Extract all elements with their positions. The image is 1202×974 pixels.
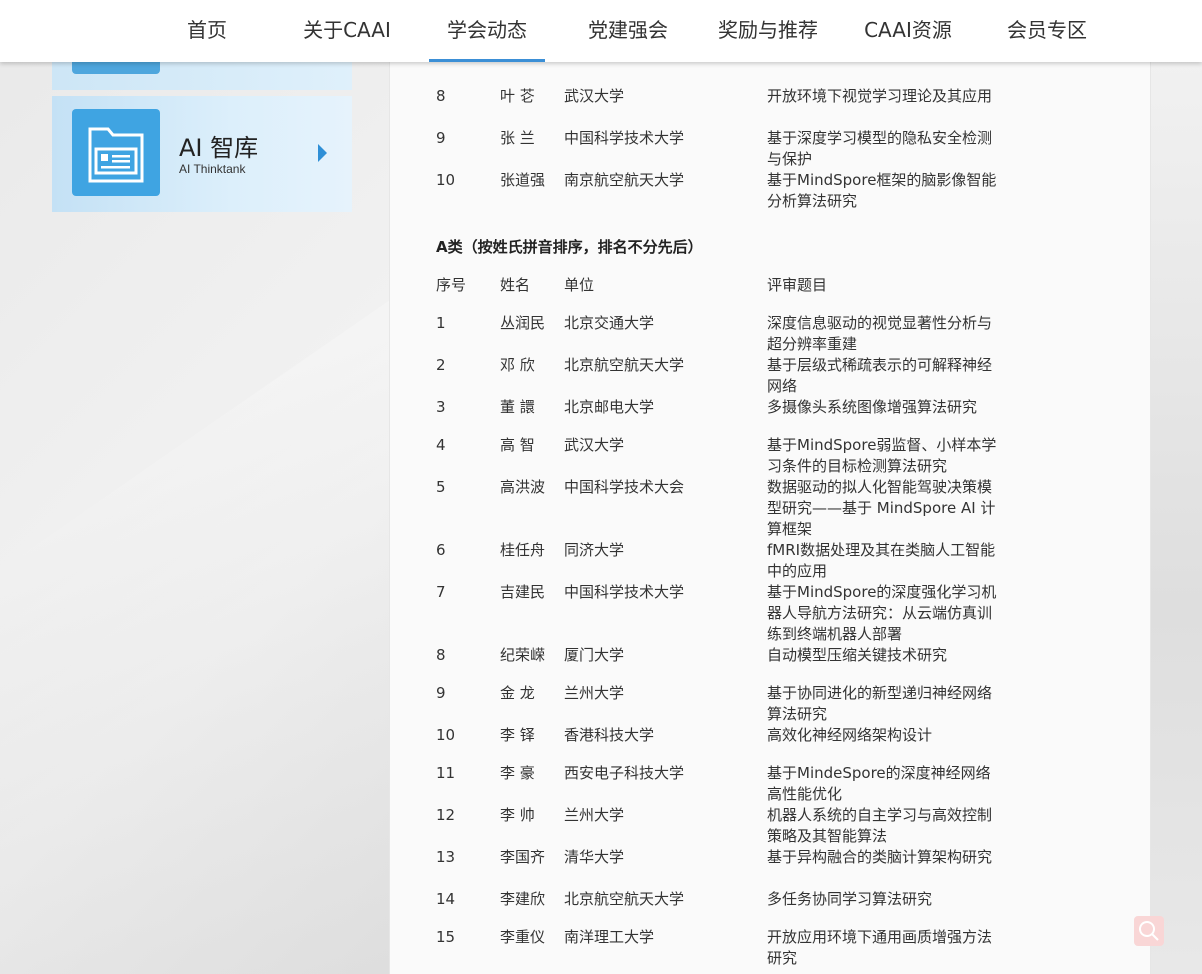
row-topic: 基于深度学习模型的隐私安全检测与保护 (767, 129, 993, 168)
header-name: 姓名 (500, 276, 531, 294)
row-number: 6 (436, 541, 446, 559)
header-no: 序号 (436, 276, 467, 294)
chevron-right-icon (318, 144, 327, 162)
header-org: 单位 (564, 276, 595, 294)
row-org: 南京航空航天大学 (564, 171, 685, 189)
row-number: 8 (436, 646, 446, 664)
row-org: 兰州大学 (564, 684, 625, 702)
header-topic: 评审题目 (767, 276, 828, 294)
nav-item-party[interactable]: 党建强会 (580, 0, 676, 62)
row-topic: 多摄像头系统图像增强算法研究 (767, 398, 978, 416)
row-org: 香港科技大学 (564, 726, 655, 744)
row-org: 西安电子科技大学 (564, 764, 685, 782)
row-number: 7 (436, 583, 446, 601)
section-title: A类（按姓氏拼音排序，排名不分先后） (436, 238, 703, 256)
row-topic: 基于MindSpore的深度强化学习机器人导航方法研究：从云端仿真训练到终端机器… (767, 583, 997, 643)
row-org: 中国科学技术大学 (564, 583, 685, 601)
row-name: 李重仪 (500, 928, 546, 946)
row-topic: 深度信息驱动的视觉显著性分析与超分辨率重建 (767, 314, 993, 353)
row-name: 叶 芲 (500, 87, 535, 105)
row-name: 李 帅 (500, 806, 535, 824)
row-topic: 基于MindSpore弱监督、小样本学习条件的目标检测算法研究 (767, 436, 997, 475)
row-name: 吉建民 (500, 583, 546, 601)
row-topic: 开放环境下视觉学习理论及其应用 (767, 87, 993, 105)
nav-item-home[interactable]: 首页 (177, 0, 237, 62)
row-org: 北京航空航天大学 (564, 890, 685, 908)
search-button[interactable] (1134, 916, 1164, 946)
row-name: 高洪波 (500, 478, 546, 496)
row-topic: 数据驱动的拟人化智能驾驶决策模型研究——基于 MindSpore AI 计算框架 (767, 478, 996, 538)
row-org: 中国科学技术大会 (564, 478, 685, 496)
row-org: 北京航空航天大学 (564, 356, 685, 374)
row-org: 武汉大学 (564, 87, 625, 105)
row-name: 桂任舟 (500, 541, 546, 559)
row-number: 14 (436, 890, 456, 908)
row-number: 13 (436, 848, 456, 866)
row-org: 同济大学 (564, 541, 625, 559)
row-number: 1 (436, 314, 446, 332)
row-org: 武汉大学 (564, 436, 625, 454)
nav-item-members[interactable]: 会员专区 (1000, 0, 1094, 62)
row-topic: 基于层级式稀疏表示的可解释神经网络 (767, 356, 993, 395)
row-topic: 基于协同进化的新型递归神经网络算法研究 (767, 684, 993, 723)
background-facet (0, 300, 390, 974)
row-number: 8 (436, 87, 446, 105)
row-topic: 自动模型压缩关键技术研究 (767, 646, 948, 664)
row-topic: 高效化神经网络架构设计 (767, 726, 933, 744)
row-name: 邓 欣 (500, 356, 535, 374)
nav-item-awards[interactable]: 奖励与推荐 (712, 0, 824, 62)
row-number: 10 (436, 726, 456, 744)
nav-item-news[interactable]: 学会动态 (429, 0, 545, 62)
top-navigation-bar: 首页 关于CAAI 学会动态 党建强会 奖励与推荐 CAAI资源 会员专区 (0, 0, 1202, 62)
row-org: 厦门大学 (564, 646, 625, 664)
row-number: 9 (436, 129, 446, 147)
row-number: 15 (436, 928, 456, 946)
row-org: 中国科学技术大学 (564, 129, 685, 147)
row-org: 北京交通大学 (564, 314, 655, 332)
row-name: 张 兰 (500, 129, 535, 147)
row-name: 李 豪 (500, 764, 535, 782)
nav-item-resources[interactable]: CAAI资源 (858, 0, 958, 62)
search-icon (1139, 921, 1159, 941)
row-topic: 基于MindeSpore的深度神经网络高性能优化 (767, 764, 991, 803)
row-name: 丛润民 (500, 314, 546, 332)
row-name: 李建欣 (500, 890, 546, 908)
row-name: 张道强 (500, 171, 546, 189)
row-topic: 基于异构融合的类脑计算架构研究 (767, 848, 993, 866)
row-name: 高 智 (500, 436, 535, 454)
row-name: 纪荣嵘 (500, 646, 546, 664)
row-number: 9 (436, 684, 446, 702)
row-number: 12 (436, 806, 456, 824)
row-number: 4 (436, 436, 446, 454)
row-name: 李 铎 (500, 726, 535, 744)
sidebar-card-subtitle: AI Thinktank (179, 162, 246, 176)
row-number: 5 (436, 478, 446, 496)
background-strip (1150, 60, 1202, 974)
sidebar-card-ai-thinktank[interactable]: AI 智库 AI Thinktank (52, 96, 352, 212)
sidebar-card-title: AI 智库 (179, 134, 259, 162)
folder-document-icon (72, 109, 160, 196)
row-number: 10 (436, 171, 456, 189)
row-org: 兰州大学 (564, 806, 625, 824)
row-number: 11 (436, 764, 456, 782)
row-name: 李国齐 (500, 848, 546, 866)
row-topic: 基于MindSpore框架的脑影像智能分析算法研究 (767, 171, 997, 210)
row-org: 清华大学 (564, 848, 625, 866)
row-name: 董 譞 (500, 398, 535, 416)
row-topic: 开放应用环境下通用画质增强方法研究 (767, 928, 993, 967)
row-org: 南洋理工大学 (564, 928, 655, 946)
row-name: 金 龙 (500, 684, 535, 702)
row-number: 2 (436, 356, 446, 374)
row-number: 3 (436, 398, 446, 416)
sidebar-card-partial[interactable] (52, 60, 352, 90)
row-topic: 多任务协同学习算法研究 (767, 890, 933, 908)
row-org: 北京邮电大学 (564, 398, 655, 416)
row-topic: fMRI数据处理及其在类脑人工智能中的应用 (767, 541, 996, 580)
nav-item-about-caai[interactable]: 关于CAAI (298, 0, 396, 62)
sidebar-card-icon-stub (72, 60, 160, 74)
row-topic: 机器人系统的自主学习与高效控制策略及其智能算法 (767, 806, 993, 845)
